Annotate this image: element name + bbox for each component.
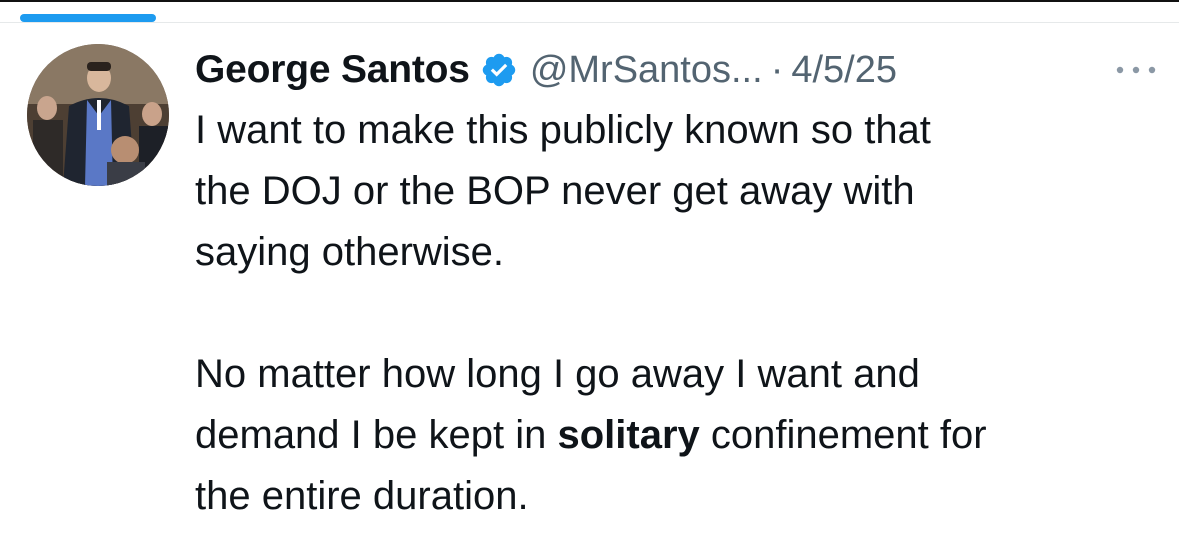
tweet-paragraph-2: No matter how long I go away I want and …: [195, 344, 1160, 527]
text-line: the DOJ or the BOP never get away with: [195, 169, 915, 213]
text-line: demand I be kept in solitary confinement…: [195, 405, 1160, 466]
display-name[interactable]: George Santos: [195, 48, 470, 92]
text-line: I want to make this publicly known so th…: [195, 108, 931, 152]
tweet[interactable]: George Santos @MrSantos... · 4/5/25 I wa…: [195, 40, 1160, 527]
top-edge: [0, 0, 1179, 2]
bold-text: solitary: [557, 413, 700, 457]
text-line: No matter how long I go away I want and: [195, 352, 920, 396]
text-segment: demand I be kept in: [195, 413, 558, 457]
tweet-header: George Santos @MrSantos... · 4/5/25: [195, 40, 1160, 100]
tweet-paragraph-1: I want to make this publicly known so th…: [195, 100, 1160, 283]
tab-indicator: [20, 14, 156, 22]
avatar-photo: [27, 44, 169, 186]
text-line: saying otherwise.: [195, 230, 505, 274]
header-divider: [0, 22, 1179, 23]
verified-badge-icon: [482, 53, 516, 87]
avatar[interactable]: [27, 44, 169, 186]
tweet-date[interactable]: 4/5/25: [791, 49, 897, 92]
more-horizontal-icon[interactable]: [1110, 60, 1162, 80]
author-handle[interactable]: @MrSantos...: [530, 49, 763, 92]
text-line: the entire duration.: [195, 474, 529, 518]
separator-dot: ·: [770, 48, 784, 91]
tweet-text: I want to make this publicly known so th…: [195, 100, 1160, 527]
text-segment: confinement for: [699, 413, 987, 457]
